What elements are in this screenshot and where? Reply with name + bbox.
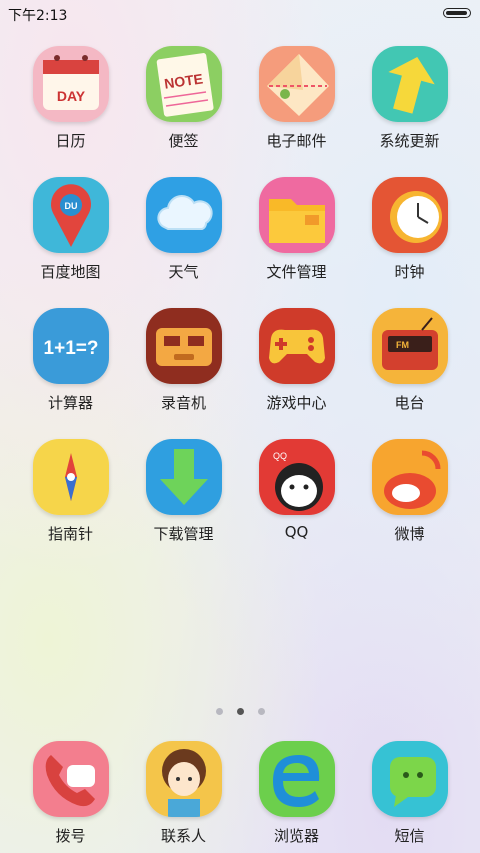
page-dot[interactable] (215, 708, 223, 715)
app-label: 天气 (168, 263, 199, 281)
clock-icon (371, 177, 448, 253)
battery-icon (443, 8, 471, 18)
svg-text:DAY: DAY (56, 88, 85, 104)
app-label: 下载管理 (153, 525, 214, 543)
svg-text:FM: FM (396, 340, 409, 350)
phone-icon (32, 741, 109, 817)
app-label: 联系人 (160, 827, 206, 845)
dock-browser[interactable]: 浏览器 (240, 741, 353, 846)
app-email[interactable]: 电子邮件 (240, 46, 353, 151)
app-label: 短信 (394, 827, 425, 845)
system-update-icon (371, 46, 448, 122)
qq-icon: QQ (258, 439, 335, 515)
contacts-icon (145, 741, 222, 817)
svg-text:1+1=?: 1+1=? (43, 338, 98, 359)
app-label: 便签 (168, 132, 199, 150)
app-weather[interactable]: 天气 (127, 177, 240, 282)
game-center-icon (258, 308, 335, 384)
app-label: QQ (284, 523, 309, 541)
compass-icon (32, 439, 109, 515)
download-manager-icon (145, 439, 222, 515)
browser-icon (258, 741, 335, 817)
app-radio[interactable]: FM 电台 (353, 308, 466, 413)
notes-icon: NOTE (145, 46, 222, 122)
app-label: 游戏中心 (266, 394, 327, 412)
app-calendar[interactable]: DAY 日历 (14, 46, 127, 151)
app-qq[interactable]: QQ QQ (240, 439, 353, 541)
app-label: 系统更新 (379, 132, 440, 150)
weather-icon (145, 177, 222, 253)
status-time: 下午2:13 (8, 8, 68, 24)
calendar-icon: DAY (32, 46, 109, 122)
page-indicator (0, 700, 480, 719)
email-icon (258, 46, 335, 122)
app-notes[interactable]: NOTE 便签 (127, 46, 240, 151)
app-label: 日历 (55, 132, 86, 150)
app-baidu-map[interactable]: DU 百度地图 (14, 177, 127, 282)
svg-text:DU: DU (64, 201, 77, 211)
app-label: 计算器 (47, 394, 93, 412)
file-manager-icon (258, 177, 335, 253)
dock-contacts[interactable]: 联系人 (127, 741, 240, 846)
dock-messages[interactable]: 短信 (353, 741, 466, 846)
calculator-icon: 1+1=? (32, 308, 109, 384)
app-system-update[interactable]: 系统更新 (353, 46, 466, 151)
app-compass[interactable]: 指南针 (14, 439, 127, 544)
svg-text:QQ: QQ (273, 451, 287, 461)
radio-icon: FM (371, 308, 448, 384)
baidu-map-icon: DU (32, 177, 109, 253)
app-file-manager[interactable]: 文件管理 (240, 177, 353, 282)
app-download-manager[interactable]: 下载管理 (127, 439, 240, 544)
page-dot[interactable] (257, 708, 265, 715)
app-label: 浏览器 (273, 827, 319, 845)
page-dot-current[interactable] (236, 708, 244, 715)
app-label: 电台 (394, 394, 425, 412)
app-label: 指南针 (47, 525, 93, 543)
app-recorder[interactable]: 录音机 (127, 308, 240, 413)
app-label: 文件管理 (266, 263, 327, 281)
app-label: 电子邮件 (266, 132, 327, 150)
app-label: 时钟 (394, 263, 425, 281)
app-label: 微博 (394, 525, 425, 543)
recorder-icon (145, 308, 222, 384)
app-label: 拨号 (55, 827, 86, 845)
app-label: 录音机 (160, 394, 206, 412)
weibo-icon (371, 439, 448, 515)
app-clock[interactable]: 时钟 (353, 177, 466, 282)
app-weibo[interactable]: 微博 (353, 439, 466, 544)
messages-icon (371, 741, 448, 817)
app-label: 百度地图 (40, 263, 101, 281)
app-calculator[interactable]: 1+1=? 计算器 (14, 308, 127, 413)
status-bar: 下午2:13 (0, 0, 480, 26)
dock-phone[interactable]: 拨号 (14, 741, 127, 846)
app-game-center[interactable]: 游戏中心 (240, 308, 353, 413)
